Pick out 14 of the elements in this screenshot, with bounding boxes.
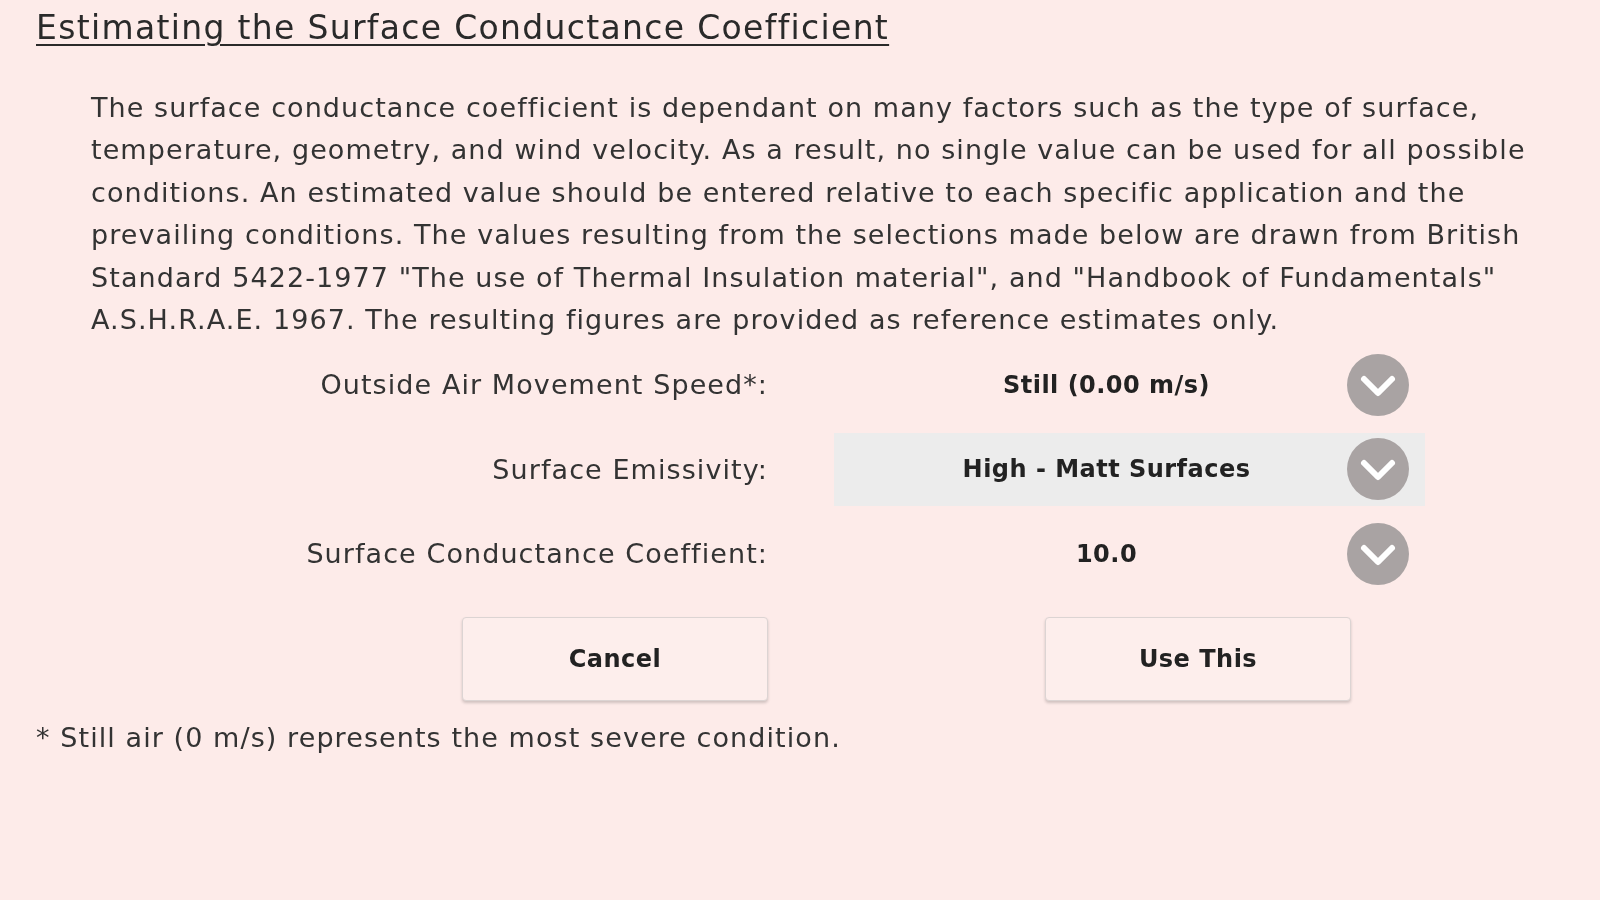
footnote-text: * Still air (0 m/s) represents the most severe condition.	[36, 721, 841, 756]
page-title: Estimating the Surface Conductance Coefficient	[36, 7, 890, 49]
field-label: Outside Air Movement Speed*:	[320, 369, 768, 401]
description-paragraph: The surface conductance coefficient is dependant on many factors such as the type of surface, temperature, geometry, and wind velocity. As a result, no single value can be used for all possible conditions. An estimated value should be entered relative to each specific application and the prevailing conditions. The values resulting from the selections made below are drawn from British Standard 5422-1977 "The use of Thermal Insulation material", and "Handbook of Fundamentals" A.S.H.R.A.E. 1967. The resulting figures are provided as reference estimates only.	[91, 91, 1527, 338]
confirm-button[interactable]: Use This	[1045, 617, 1351, 702]
dropdown-field[interactable]: Still (0.00 m/s)	[834, 348, 1425, 422]
cancel-button[interactable]: Cancel	[462, 617, 768, 702]
chevron-down-icon	[1347, 353, 1409, 416]
chevron-down-icon	[1347, 438, 1409, 501]
chevron-down-icon	[1347, 522, 1409, 585]
dropdown-field[interactable]: 10.0	[834, 517, 1425, 591]
dropdown-field[interactable]: High - Matt Surfaces	[834, 432, 1425, 506]
field-label: Surface Emissivity:	[492, 453, 768, 485]
field-label: Surface Conductance Coeffient:	[306, 538, 768, 570]
